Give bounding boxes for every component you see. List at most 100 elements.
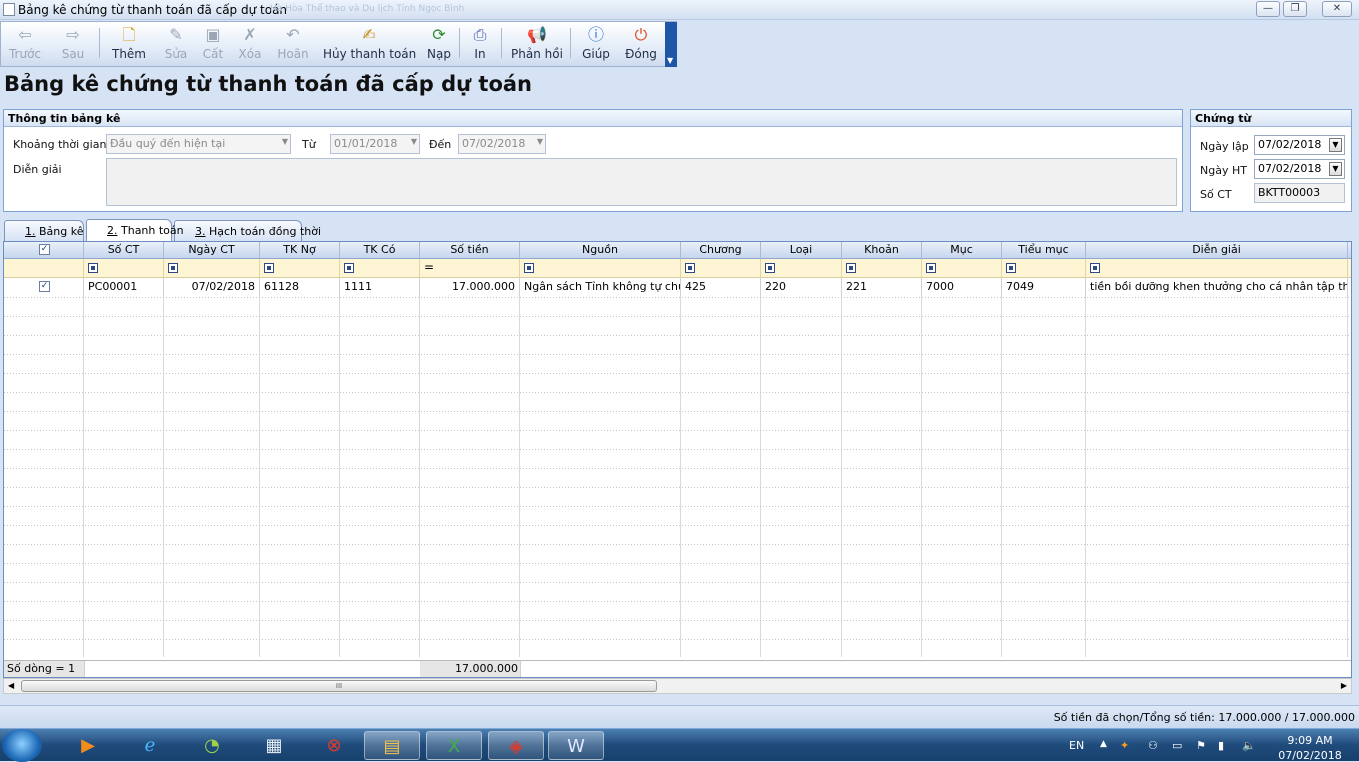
delete-button[interactable]: ✗ Xóa	[233, 22, 267, 66]
filter-cell[interactable]	[260, 259, 340, 278]
filter-icon[interactable]	[88, 263, 98, 273]
misa-app-icon[interactable]: ◈	[488, 731, 544, 760]
tab-bang-ke[interactable]: 1. Bảng kê	[4, 220, 84, 241]
clock-time[interactable]: 9:09 AM	[1280, 734, 1340, 747]
header-select-all[interactable]: ✓	[4, 242, 84, 259]
col-header[interactable]: Nguồn	[520, 242, 681, 259]
reload-button[interactable]: ⟳ Nạp	[423, 22, 455, 66]
cell-dien-giai[interactable]: tiền bồi dưỡng khen thưởng cho cá nhân t…	[1086, 278, 1348, 297]
scroll-right-icon[interactable]: ▶	[1341, 679, 1347, 693]
filter-icon[interactable]	[1090, 263, 1100, 273]
app-red-icon[interactable]: ⊗	[306, 731, 362, 760]
row-checkbox[interactable]: ✓	[39, 281, 50, 292]
media-player-icon[interactable]: ▶	[60, 731, 116, 760]
excel-icon[interactable]: X	[426, 731, 482, 760]
control-panel-icon[interactable]: ▦	[246, 731, 302, 760]
save-button[interactable]: ▣ Cất	[197, 22, 229, 66]
ie-browser-icon[interactable]: ℯ	[122, 731, 178, 760]
filter-icon[interactable]	[264, 263, 274, 273]
cell-chuong[interactable]: 425	[681, 278, 761, 297]
prev-button[interactable]: ⇦ Trước	[5, 22, 45, 66]
col-header[interactable]: Số tiền	[420, 242, 520, 259]
minimize-button[interactable]: —	[1256, 1, 1280, 17]
word-icon[interactable]: W	[548, 731, 604, 760]
add-button[interactable]: 🗋 Thêm	[105, 22, 153, 66]
flag-icon[interactable]: ⚑	[1196, 739, 1206, 752]
cell-khoan[interactable]: 221	[842, 278, 922, 297]
filter-icon[interactable]	[685, 263, 695, 273]
col-header[interactable]: Số CT	[84, 242, 164, 259]
restore-button[interactable]: ❐	[1283, 1, 1307, 17]
col-header[interactable]: Chương	[681, 242, 761, 259]
next-button[interactable]: ⇨ Sau	[53, 22, 93, 66]
filter-icon[interactable]	[524, 263, 534, 273]
filter-icon[interactable]	[926, 263, 936, 273]
filter-cell[interactable]	[164, 259, 260, 278]
col-header[interactable]: TK Có	[340, 242, 420, 259]
filter-cell[interactable]: =	[420, 259, 520, 278]
equals-icon[interactable]: =	[424, 259, 434, 276]
to-date-field[interactable]: 07/02/2018 ▼	[458, 134, 546, 154]
col-header[interactable]: Khoản	[842, 242, 922, 259]
scroll-left-icon[interactable]: ◀	[8, 679, 14, 693]
filter-cell[interactable]	[1002, 259, 1086, 278]
cell-tk-co[interactable]: 1111	[340, 278, 420, 297]
cell-tieu-muc[interactable]: 7049	[1002, 278, 1086, 297]
col-header[interactable]: Ngày CT	[164, 242, 260, 259]
postpone-button[interactable]: ↶ Hoãn	[273, 22, 313, 66]
voucher-no-field[interactable]: BKTT00003	[1254, 183, 1345, 203]
cancel-payment-button[interactable]: ✍ Hủy thanh toán	[323, 22, 416, 66]
app-green-icon[interactable]: ◔	[184, 731, 240, 760]
filter-cell[interactable]	[520, 259, 681, 278]
date-created-field[interactable]: 07/02/2018 ▼	[1254, 135, 1345, 155]
filter-icon[interactable]	[344, 263, 354, 273]
posting-date-field[interactable]: 07/02/2018 ▼	[1254, 159, 1345, 179]
filter-cell[interactable]	[842, 259, 922, 278]
close-form-button[interactable]: ⏻ Đóng	[621, 22, 661, 66]
close-window-button[interactable]: ✕	[1322, 1, 1352, 17]
cell-ngay-ct[interactable]: 07/02/2018	[164, 278, 260, 297]
cell-so-ct[interactable]: PC00001	[84, 278, 164, 297]
toolbar-overflow-button[interactable]: ▼	[665, 22, 677, 67]
filter-icon[interactable]	[168, 263, 178, 273]
cell-muc[interactable]: 7000	[922, 278, 1002, 297]
tab-hach-toan[interactable]: 3. Hạch toán đồng thời	[174, 220, 321, 241]
from-date-field[interactable]: 01/01/2018 ▼	[330, 134, 420, 154]
clock-date[interactable]: 07/02/2018	[1272, 749, 1348, 762]
cell-loai[interactable]: 220	[761, 278, 842, 297]
explorer-icon[interactable]: ▤	[364, 731, 420, 760]
col-header[interactable]: Mục	[922, 242, 1002, 259]
filter-icon[interactable]	[765, 263, 775, 273]
horizontal-scrollbar[interactable]: ◀ III ▶	[3, 678, 1352, 694]
cell-nguon[interactable]: Ngân sách Tỉnh không tự chủ	[520, 278, 681, 297]
avast-icon[interactable]: ✦	[1120, 739, 1129, 752]
filter-cell[interactable]	[340, 259, 420, 278]
display-icon[interactable]: ▭	[1172, 739, 1182, 752]
network-icon[interactable]: ⚇	[1148, 739, 1158, 752]
table-row[interactable]: ✓ PC00001 07/02/2018 61128 1111 17.000.0…	[4, 278, 1351, 297]
cell-tk-no[interactable]: 61128	[260, 278, 340, 297]
cell-so-tien[interactable]: 17.000.000	[420, 278, 520, 297]
volume-icon[interactable]: 🔈	[1242, 739, 1256, 752]
tray-expand-icon[interactable]: ▲	[1100, 739, 1107, 749]
filter-icon[interactable]	[1006, 263, 1016, 273]
filter-cell[interactable]	[1086, 259, 1348, 278]
scroll-thumb[interactable]: III	[21, 680, 657, 692]
description-field[interactable]	[106, 158, 1177, 206]
language-indicator[interactable]: EN	[1069, 739, 1084, 752]
print-button[interactable]: ⎙ In	[463, 22, 497, 66]
period-select[interactable]: Đầu quý đến hiện tại ▼	[106, 134, 291, 154]
col-header[interactable]: TK Nợ	[260, 242, 340, 259]
help-button[interactable]: ⓘ Giúp	[577, 22, 615, 66]
power-icon[interactable]: ▮	[1218, 739, 1224, 752]
edit-button[interactable]: ✎ Sửa	[159, 22, 193, 66]
filter-icon[interactable]	[846, 263, 856, 273]
tab-thanh-toan[interactable]: 2. Thanh toán	[86, 219, 184, 241]
col-header[interactable]: Diễn giải	[1086, 242, 1348, 259]
col-header[interactable]: Tiểu mục	[1002, 242, 1086, 259]
filter-cell[interactable]	[922, 259, 1002, 278]
filter-cell[interactable]	[84, 259, 164, 278]
start-button[interactable]	[2, 729, 42, 762]
filter-cell[interactable]	[761, 259, 842, 278]
checkbox-select-all[interactable]: ✓	[39, 244, 50, 255]
